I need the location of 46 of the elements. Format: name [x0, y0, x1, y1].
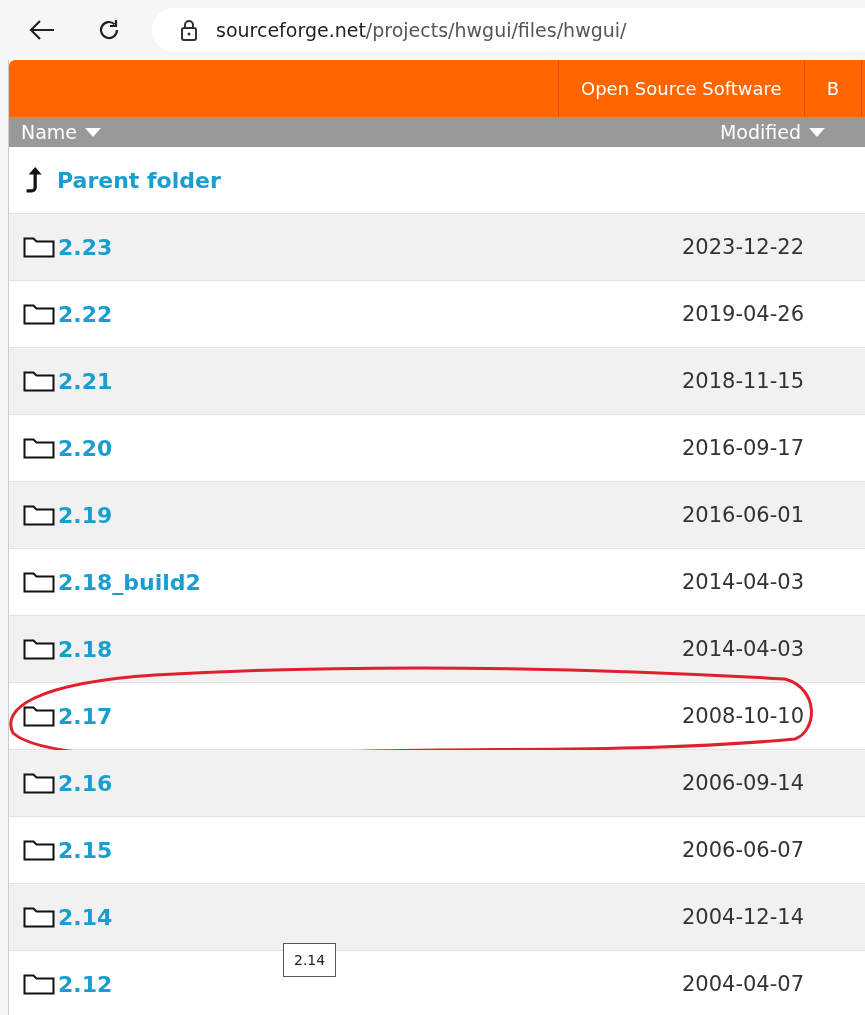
modified-date: 2016-09-17 [681, 436, 804, 460]
modified-date: 2014-04-03 [681, 570, 804, 594]
folder-icon [23, 772, 55, 794]
folder-icon [23, 571, 55, 593]
folder-icon [23, 906, 55, 928]
folder-icon [23, 303, 55, 325]
folder-link[interactable]: 2.18 [58, 636, 113, 662]
folder-icon [23, 236, 55, 258]
folder-link[interactable]: 2.12 [58, 971, 113, 997]
tooltip: 2.14 [283, 943, 337, 977]
folder-link[interactable]: 2.21 [58, 368, 113, 394]
modified-date: 2016-06-01 [681, 503, 804, 527]
modified-date: 2008-10-10 [681, 704, 804, 728]
parent-folder-link[interactable]: Parent folder [57, 167, 221, 193]
modified-date: 2004-12-14 [681, 905, 804, 929]
lock-icon[interactable] [180, 19, 198, 41]
address-bar[interactable]: sourceforge.net/projects/hwgui/files/hwgui/ [152, 8, 865, 52]
column-header[interactable]: Name [21, 121, 102, 143]
sort-caret-icon[interactable] [85, 127, 102, 137]
back-icon[interactable] [28, 18, 56, 42]
modified-date: 2006-09-14 [681, 771, 804, 795]
modified-date: 2023-12-22 [681, 235, 804, 259]
folder-link[interactable]: 2.23 [58, 234, 113, 260]
folder-link[interactable]: 2.16 [58, 770, 113, 796]
column-header[interactable]: Modified [719, 121, 825, 143]
folder-icon [23, 437, 55, 459]
folder-icon [23, 638, 55, 660]
modified-date: 2004-04-07 [681, 972, 804, 996]
folder-icon [23, 973, 55, 995]
modified-date: 2018-11-15 [681, 369, 804, 393]
folder-icon [23, 504, 55, 526]
folder-link[interactable]: 2.22 [58, 301, 113, 327]
modified-date: 2019-04-26 [681, 302, 804, 326]
modified-date: 2014-04-03 [681, 637, 804, 661]
folder-icon [23, 705, 55, 727]
folder-icon [23, 839, 55, 861]
folder-link[interactable]: 2.19 [58, 502, 113, 528]
folder-link[interactable]: 2.15 [58, 837, 113, 863]
url-text: sourceforge.net/projects/hwgui/files/hwgui/ [216, 19, 627, 41]
folder-link[interactable]: 2.20 [58, 435, 113, 461]
folder-link[interactable]: 2.14 [58, 904, 113, 930]
sort-caret-icon[interactable] [809, 127, 825, 137]
modified-date: 2006-06-07 [681, 838, 804, 862]
folder-link[interactable]: 2.17 [58, 703, 113, 729]
folder-link[interactable]: 2.18_build2 [58, 569, 201, 595]
folder-icon [23, 370, 55, 392]
